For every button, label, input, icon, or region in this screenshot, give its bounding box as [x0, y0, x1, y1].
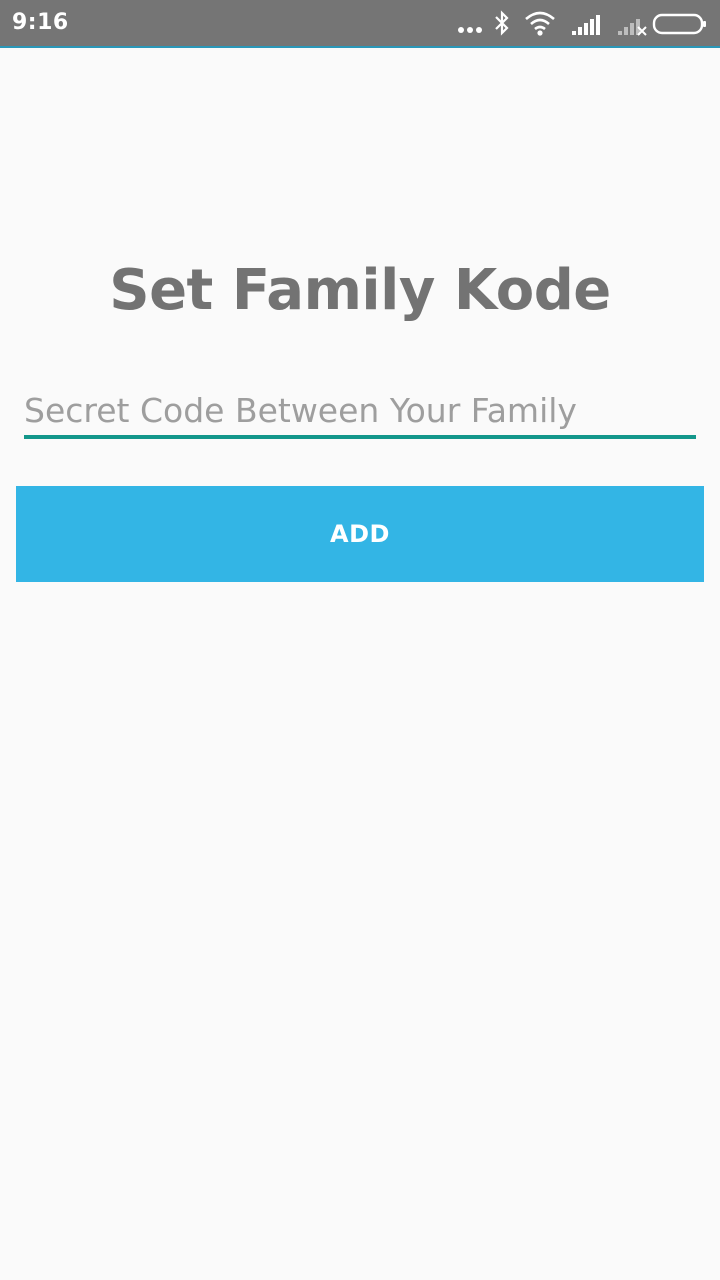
secret-code-input[interactable]: [24, 384, 696, 436]
input-underline: [24, 435, 696, 439]
status-time: 9:16: [12, 10, 69, 35]
page-title: Set Family Kode: [109, 258, 611, 323]
status-bar: 9:16: [0, 0, 720, 48]
signal-icon: [572, 15, 600, 35]
battery-icon: [652, 13, 706, 35]
wifi-icon: [525, 11, 555, 36]
add-button[interactable]: ADD: [16, 486, 704, 582]
bluetooth-icon: [495, 10, 509, 36]
more-dots-icon: [458, 27, 482, 33]
signal-no-service-icon: [618, 19, 647, 36]
family-code-field: [24, 384, 696, 440]
